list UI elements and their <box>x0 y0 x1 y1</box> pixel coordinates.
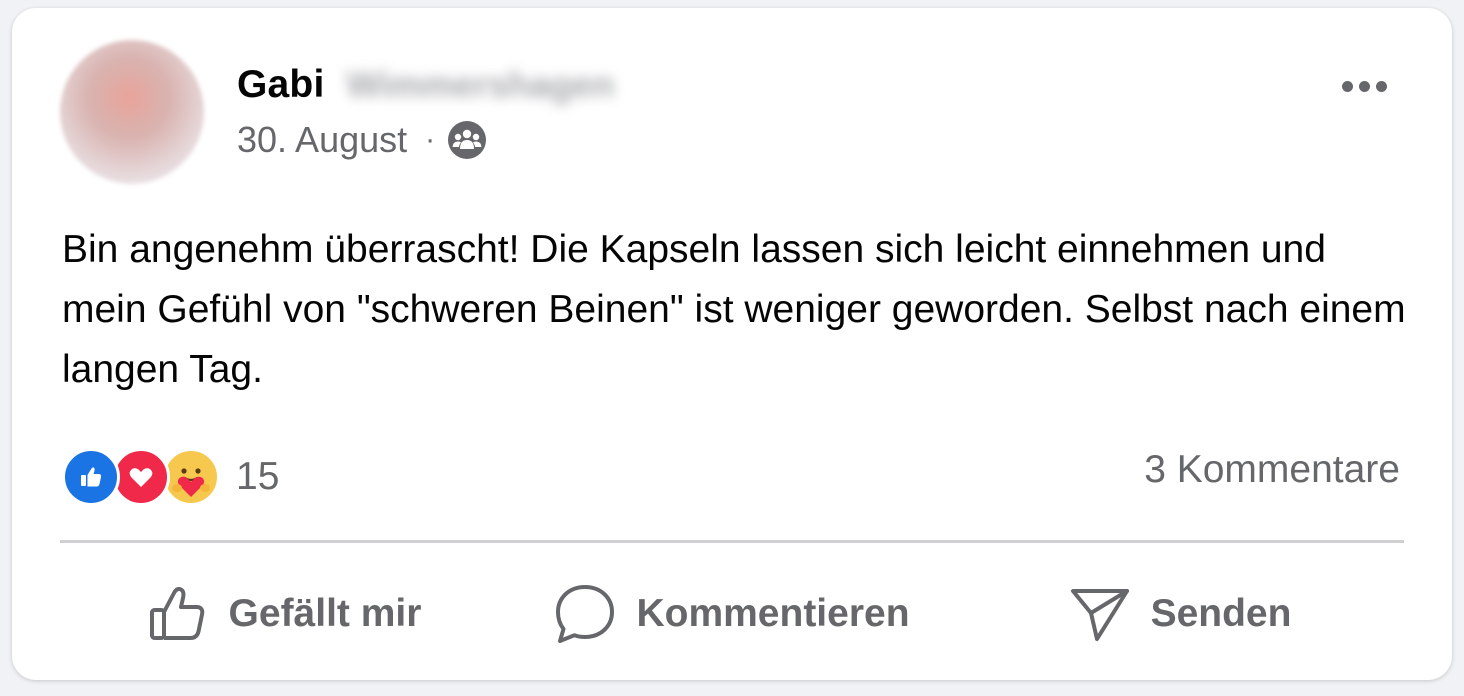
comment-bubble-icon <box>556 585 615 643</box>
post-meta: 30. August · <box>237 116 487 164</box>
thumbs-up-icon <box>149 586 204 640</box>
post-text: Bin angenehm überrascht! Die Kapseln las… <box>62 228 1406 391</box>
author-row: Gabi Wimmershagen <box>237 60 614 110</box>
divider <box>60 540 1404 543</box>
reaction-summary[interactable]: 15 <box>62 446 279 508</box>
like-reaction-icon <box>62 448 120 506</box>
more-dot <box>1375 80 1387 92</box>
send-button-label: Senden <box>1150 592 1292 635</box>
avatar[interactable] <box>60 40 204 184</box>
post-card: Gabi Wimmershagen 30. August · Bin angen… <box>12 8 1452 680</box>
action-bar: Gefällt mir Kommentieren Senden <box>60 553 1404 675</box>
more-dot <box>1358 80 1370 92</box>
more-options-icon[interactable] <box>1334 66 1394 106</box>
comment-button[interactable]: Kommentieren <box>508 553 956 675</box>
meta-separator: · <box>425 123 436 156</box>
more-dot <box>1341 80 1353 92</box>
like-button-label: Gefällt mir <box>228 592 422 635</box>
post-date[interactable]: 30. August <box>237 119 407 161</box>
love-reaction-icon <box>112 448 170 506</box>
group-icon[interactable] <box>447 120 487 160</box>
author-first-name[interactable]: Gabi <box>237 63 324 107</box>
author-last-name-blurred: Wimmershagen <box>346 64 615 105</box>
comment-button-label: Kommentieren <box>636 592 910 635</box>
care-reaction-icon <box>162 448 220 506</box>
like-button[interactable]: Gefällt mir <box>60 553 508 675</box>
comments-count-link[interactable]: 3 Kommentare <box>1144 448 1400 492</box>
reaction-count: 15 <box>236 455 280 498</box>
send-icon <box>1070 589 1129 641</box>
send-button[interactable]: Senden <box>956 553 1404 675</box>
